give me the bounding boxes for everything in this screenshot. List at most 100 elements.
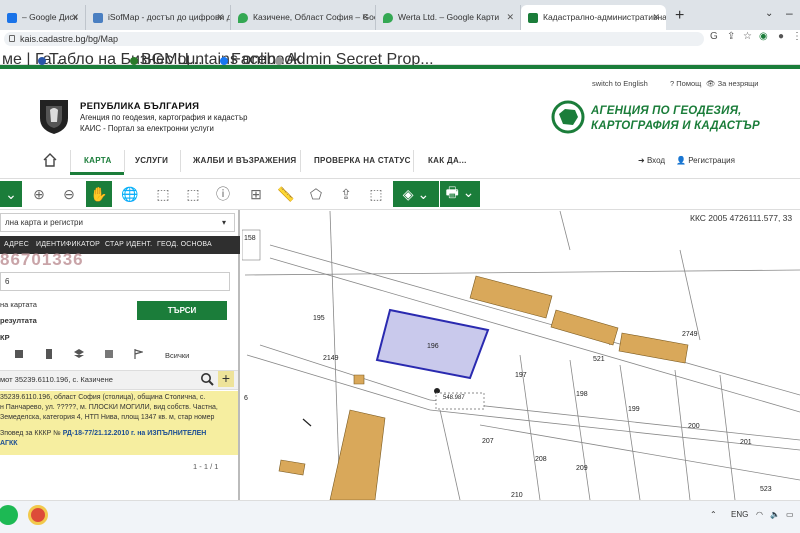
parcel-label: 196 (427, 343, 439, 350)
order-link[interactable]: РД-18-77/21.12.2010 г. (63, 430, 136, 437)
nav-separator (180, 150, 181, 172)
parcel-filter-icon[interactable] (14, 349, 24, 359)
parcel-label: 197 (515, 372, 527, 379)
zoom-in-icon[interactable]: ⊕ (26, 181, 52, 207)
add-result-button[interactable]: + (218, 371, 234, 387)
ruler-icon[interactable]: 📏 (273, 181, 299, 207)
help-link[interactable]: ? Помощ (670, 79, 701, 88)
tab-identifier[interactable]: ИДЕНТИФИКАТОР (36, 241, 100, 248)
building[interactable] (353, 374, 365, 385)
nav-active-indicator (70, 172, 124, 175)
drive-icon (7, 13, 17, 23)
polygon-icon[interactable]: ⬠ (303, 181, 329, 207)
nav-how-to[interactable]: КАК ДА... (428, 156, 467, 165)
browser-tab-5-active[interactable]: Кадастрално-административна ✕ (521, 5, 666, 30)
object-filter-icon[interactable] (104, 349, 114, 359)
layers-button[interactable]: ◈ ⌄ (393, 181, 439, 207)
close-icon[interactable]: ✕ (361, 5, 369, 30)
tab-old-identifier[interactable]: СТАР ИДЕНТ. (105, 241, 152, 248)
layers-menu-button[interactable]: ⌄ (0, 181, 22, 207)
next-extent-icon[interactable]: ⬚ (180, 181, 206, 207)
volume-icon[interactable]: 🔈 (770, 510, 780, 519)
flag-filter-icon[interactable] (133, 349, 143, 359)
login-link[interactable]: ➜ Вход (638, 156, 665, 165)
result-line: 35239.6110.196, област София (столица), … (0, 394, 206, 401)
chevron-down-icon[interactable]: ⌄ (765, 8, 773, 19)
tab-geodetic-base[interactable]: ГЕОД. ОСНОВА (157, 241, 212, 248)
minimize-icon[interactable]: – (786, 6, 793, 20)
browser-tab-4-label: Werta Ltd. – Google Карти (398, 12, 500, 22)
building[interactable] (550, 309, 619, 346)
battery-icon[interactable]: ▭ (786, 510, 794, 519)
select-area-icon[interactable]: ⬚ (363, 181, 389, 207)
english-link[interactable]: switch to English (592, 79, 648, 88)
parcel-label: 198 (576, 391, 588, 398)
extension-icon[interactable]: ◉ (759, 31, 768, 42)
browser-tab-3[interactable]: Казичене, Област София – Goog ✕ (231, 5, 376, 30)
address-bar: kais.cadastre.bg/bg/Map (0, 30, 800, 48)
nav-complaints[interactable]: ЖАЛБИ И ВЪЗРАЖЕНИЯ (193, 156, 296, 165)
bookmark-icon (275, 57, 283, 65)
agency-name-line2: КАРТОГРАФИЯ И КАДАСТЪР (591, 120, 760, 132)
close-icon[interactable]: ✕ (652, 5, 660, 30)
close-icon[interactable]: ✕ (506, 5, 514, 30)
results-label: резултата (0, 316, 37, 325)
search-icon[interactable] (200, 372, 214, 386)
chevron-down-icon: ▾ (222, 218, 227, 227)
building[interactable] (469, 275, 553, 319)
previous-extent-icon[interactable]: ⬚ (150, 181, 176, 207)
layers-filter-icon[interactable] (74, 349, 84, 359)
search-button[interactable]: ТЪРСИ (137, 301, 227, 320)
share-icon[interactable]: ⇪ (727, 31, 735, 42)
browser-tab-2[interactable]: iSofMap - достъп до цифрови д ✕ (86, 5, 231, 30)
info-icon[interactable]: ⓘ (210, 181, 236, 207)
browser-tab-4[interactable]: Werta Ltd. – Google Карти ✕ (376, 5, 521, 30)
nav-map[interactable]: КАРТА (84, 156, 112, 165)
profile-icon[interactable]: ● (778, 31, 784, 42)
chevron-up-icon[interactable]: ⌃ (710, 510, 717, 519)
kkr-label: КР (0, 333, 10, 342)
map-canvas[interactable]: 195 196 197 198 199 200 201 207 208 209 … (242, 211, 800, 500)
republic-title: РЕПУБЛИКА БЪЛГАРИЯ (80, 101, 200, 112)
google-icon[interactable]: G (710, 31, 718, 42)
building[interactable] (278, 459, 306, 476)
register-link[interactable]: 👤 Регистрация (676, 156, 735, 165)
close-icon[interactable]: ✕ (216, 5, 224, 30)
nav-services[interactable]: УСЛУГИ (135, 156, 168, 165)
layer-select[interactable]: лна карта и регистри (0, 213, 235, 232)
star-icon[interactable]: ☆ (743, 31, 752, 42)
parcel-label: 199 (628, 406, 640, 413)
low-vision-link[interactable]: 👁 За незрящи (706, 79, 759, 88)
facebook-icon (220, 57, 228, 65)
browser-tab-1-label: – Google Диск (22, 12, 78, 22)
building-filter-icon[interactable] (44, 349, 54, 359)
menu-icon[interactable]: ⋮ (792, 31, 800, 42)
home-icon[interactable] (43, 153, 57, 167)
pan-hand-icon[interactable]: ✋ (86, 181, 112, 207)
measure-icon[interactable]: ⊞ (243, 181, 269, 207)
nav-separator (70, 150, 71, 172)
wifi-icon[interactable]: ◠ (756, 510, 763, 519)
new-tab-button[interactable]: + (675, 7, 684, 25)
close-icon[interactable]: ✕ (71, 5, 79, 30)
chrome-icon[interactable] (28, 505, 48, 525)
nav-status-check[interactable]: ПРОВЕРКА НА СТАТУС (314, 156, 411, 165)
upload-icon[interactable]: ⇪ (333, 181, 359, 207)
pager: 1 - 1 / 1 (193, 462, 219, 471)
zoom-out-icon[interactable]: ⊖ (56, 181, 82, 207)
tab-address[interactable]: АДРЕС (4, 241, 29, 248)
search-input[interactable]: 6 (0, 272, 230, 291)
cadastral-map[interactable]: 195 196 197 198 199 200 201 207 208 209 … (242, 211, 800, 500)
parcel-label: 521 (593, 356, 605, 363)
parcel-label: 523 (760, 486, 772, 493)
globe-icon[interactable]: 🌐 (117, 181, 143, 207)
order-prefix: Зповед за КККР № (0, 430, 61, 437)
on-map-label: на картата (0, 300, 37, 309)
print-button[interactable]: 🖶 ⌄ (440, 181, 480, 207)
agency-name-line1: АГЕНЦИЯ ПО ГЕОДЕЗИЯ, (591, 105, 742, 117)
all-label[interactable]: Всички (165, 351, 189, 360)
building[interactable] (618, 332, 689, 364)
browser-tab-1[interactable]: – Google Диск ✕ (0, 5, 86, 30)
language-indicator[interactable]: ENG (731, 510, 748, 519)
url-field[interactable]: kais.cadastre.bg/bg/Map (4, 32, 704, 46)
